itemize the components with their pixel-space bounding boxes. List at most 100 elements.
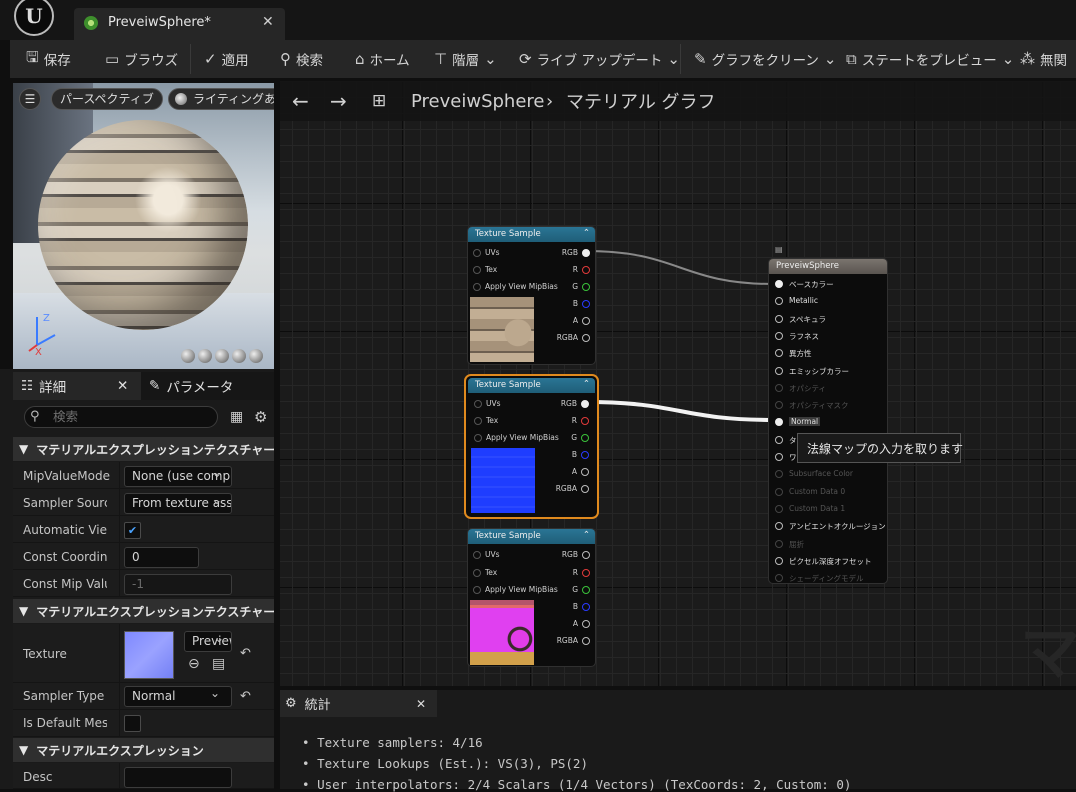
input-pin[interactable]	[473, 551, 481, 559]
texture-sample-node[interactable]: Texture Sample ⌃ UVs Tex Apply View MipBi…	[467, 528, 596, 667]
preview-viewport[interactable]: ☰ パースペクティブ ライティングあり Z X	[13, 83, 274, 369]
collapse-icon[interactable]: ⌃	[583, 228, 590, 238]
result-input-pin[interactable]	[775, 470, 783, 479]
output-pin[interactable]	[582, 586, 590, 594]
hierarchy-button[interactable]: ⊤ 階層 ⌄	[434, 40, 497, 78]
node-header[interactable]: Texture Sample ⌃	[468, 529, 595, 544]
input-pin[interactable]	[474, 434, 482, 442]
result-input-pin[interactable]	[775, 401, 783, 410]
input-pin[interactable]	[473, 569, 481, 577]
collapse-icon[interactable]: ⌃	[583, 530, 590, 540]
cylinder-icon[interactable]	[181, 349, 195, 363]
search-button[interactable]: ⚲ 検索	[280, 40, 323, 78]
output-pin[interactable]	[582, 334, 590, 342]
output-pin[interactable]	[582, 551, 590, 559]
output-pin[interactable]	[581, 417, 589, 425]
category-texture-base[interactable]: ▼ マテリアルエクスプレッションテクスチャーベース	[13, 599, 274, 623]
input-pin[interactable]	[473, 586, 481, 594]
close-tab-icon[interactable]: ✕	[262, 14, 274, 30]
input-pin[interactable]	[474, 400, 482, 408]
result-input-pin[interactable]	[775, 574, 783, 583]
texture-asset-select[interactable]: Preview	[184, 631, 232, 652]
close-icon[interactable]: ✕	[117, 378, 128, 394]
result-input-pin[interactable]	[775, 297, 783, 306]
result-input-pin[interactable]	[775, 522, 783, 531]
node-header[interactable]: Texture Sample ⌃	[468, 378, 595, 393]
clean-graph-button[interactable]: ✎ グラフをクリーン ⌄	[694, 40, 836, 78]
material-result-node[interactable]: PreveiwSphere ベースカラー Metallic スペキュラ ラフネス 異方性…	[768, 258, 888, 584]
output-pin[interactable]	[581, 451, 589, 459]
default-meshpaint-checkbox[interactable]	[124, 715, 141, 732]
result-input-pin[interactable]	[775, 280, 783, 288]
gear-icon[interactable]: ⚙	[254, 408, 267, 426]
texture-sample-node[interactable]: Texture Sample ⌃ UVs Tex Apply View MipBi…	[467, 226, 596, 365]
auto-mip-bias-checkbox[interactable]: ✔	[124, 522, 141, 539]
state-preview-button[interactable]: ⧉ ステートをプレビュー ⌄	[846, 40, 1014, 78]
texture-thumbnail[interactable]	[124, 631, 174, 679]
input-pin[interactable]	[473, 266, 481, 274]
perspective-button[interactable]: パースペクティブ	[51, 88, 163, 110]
input-pin[interactable]	[473, 283, 481, 291]
output-pin[interactable]	[581, 400, 589, 408]
category-texture-sample[interactable]: ▼ マテリアルエクスプレッションテクスチャーサンプル	[13, 437, 274, 461]
tab-details[interactable]: ☷ 詳細 ✕	[13, 372, 141, 400]
browse-asset-icon[interactable]: ▤	[212, 656, 225, 672]
forward-arrow-icon[interactable]: →	[330, 81, 347, 121]
output-pin[interactable]	[582, 569, 590, 577]
result-input-pin[interactable]	[775, 556, 783, 565]
sphere-icon[interactable]	[198, 349, 212, 363]
output-pin[interactable]	[582, 603, 590, 611]
preview-mesh-buttons[interactable]	[181, 349, 263, 367]
output-pin[interactable]	[582, 249, 590, 257]
live-update-button[interactable]: ⟳ ライブ アップデート ⌄	[519, 40, 680, 78]
output-pin[interactable]	[582, 300, 590, 308]
output-pin[interactable]	[582, 283, 590, 291]
document-tab[interactable]: PreveiwSphere* ✕	[74, 8, 285, 40]
material-graph-canvas[interactable]	[280, 81, 1076, 686]
output-pin[interactable]	[581, 434, 589, 442]
reset-icon[interactable]: ↶	[240, 646, 251, 661]
node-header[interactable]: Texture Sample ⌃	[468, 227, 595, 242]
output-pin[interactable]	[582, 317, 590, 325]
back-arrow-icon[interactable]: ←	[292, 81, 309, 121]
output-pin[interactable]	[582, 266, 590, 274]
reset-icon[interactable]: ↶	[240, 689, 251, 704]
result-input-pin[interactable]	[775, 504, 783, 513]
use-selected-icon[interactable]: ⊖	[188, 656, 200, 672]
result-input-pin[interactable]	[775, 366, 783, 375]
apply-button[interactable]: ✓ 適用	[204, 40, 249, 78]
output-pin[interactable]	[581, 485, 589, 493]
tab-parameters[interactable]: ✎ パラメータ	[149, 372, 233, 400]
breadcrumb-root[interactable]: PreveiwSphere	[411, 81, 544, 121]
result-input-pin[interactable]	[775, 331, 783, 340]
lighting-button[interactable]: ライティングあり	[168, 88, 274, 110]
result-input-pin[interactable]	[775, 314, 783, 323]
texture-sample-node-selected[interactable]: Texture Sample ⌃ UVs Tex Apply View MipBi…	[464, 374, 599, 519]
output-pin[interactable]	[581, 468, 589, 476]
tab-stats[interactable]: ⚙ 統計 ✕	[280, 690, 437, 717]
table-view-icon[interactable]: ▦	[230, 409, 243, 425]
home-button[interactable]: ⌂ ホーム	[355, 40, 410, 78]
node-header[interactable]: PreveiwSphere	[769, 259, 887, 274]
browse-button[interactable]: ▭ ブラウズ	[105, 40, 178, 78]
result-input-pin[interactable]	[775, 487, 783, 496]
result-input-pin[interactable]	[775, 539, 783, 548]
input-pin[interactable]	[473, 249, 481, 257]
result-input-pin[interactable]	[775, 349, 783, 358]
result-input-pin[interactable]	[775, 383, 783, 392]
desc-input[interactable]	[124, 767, 232, 788]
result-input-pin[interactable]	[775, 435, 783, 444]
output-pin[interactable]	[582, 637, 590, 645]
cube-icon[interactable]	[232, 349, 246, 363]
category-expression[interactable]: ▼ マテリアルエクスプレッション	[13, 738, 274, 762]
output-pin[interactable]	[582, 620, 590, 628]
details-search-input[interactable]: 検索	[24, 406, 218, 428]
viewport-menu-icon[interactable]: ☰	[19, 88, 41, 110]
result-input-pin[interactable]	[775, 418, 783, 427]
const-coordinate-input[interactable]: 0	[124, 547, 199, 568]
teapot-icon[interactable]	[249, 349, 263, 363]
plane-icon[interactable]	[215, 349, 229, 363]
hide-unrelated-button[interactable]: ⁂ 無関	[1020, 40, 1067, 78]
collapse-icon[interactable]: ⌃	[583, 379, 590, 389]
close-icon[interactable]: ✕	[416, 697, 426, 711]
